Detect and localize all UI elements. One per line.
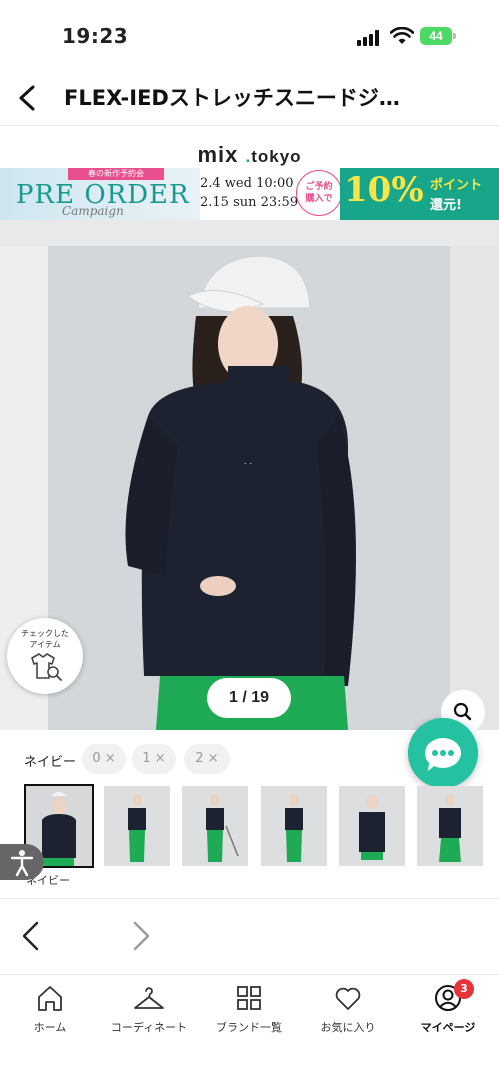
banner-tag: 春の新作予約会 <box>68 168 164 180</box>
tab-home-label: ホーム <box>33 1021 67 1034</box>
thumbnail-6[interactable] <box>417 786 483 866</box>
next-arrow-icon[interactable] <box>126 918 156 954</box>
size-chip-0[interactable]: 0 × <box>82 744 126 774</box>
accessibility-button[interactable] <box>0 844 44 880</box>
tab-home[interactable]: ホーム <box>0 983 100 1043</box>
tab-mypage[interactable]: 3 マイページ <box>398 979 498 1043</box>
notification-badge: 3 <box>454 979 474 999</box>
back-button[interactable] <box>8 78 48 118</box>
tab-coordinate-label: コーディネート <box>110 1021 188 1034</box>
tab-coordinate[interactable]: コーディネート <box>99 983 199 1043</box>
thumbnail-4[interactable] <box>261 786 327 866</box>
tab-favorites-label: お気に入り <box>320 1021 376 1034</box>
divider <box>0 898 499 899</box>
chat-button[interactable] <box>408 718 478 788</box>
next-image-peek <box>450 246 499 730</box>
tab-bar: ホーム コーディネート ブランド一覧 お気に入り 3 マイページ <box>0 974 499 1080</box>
thumbnail-3[interactable] <box>182 786 248 866</box>
svg-text:· ·: · · <box>244 458 253 468</box>
checked-items-button[interactable]: チェックした アイテム <box>7 618 83 694</box>
banner-point-label: ポイント <box>430 178 483 193</box>
status-bar: 19:23 44 <box>0 0 499 70</box>
product-image-gallery[interactable]: · · チェックした アイテム 1 / 19 <box>0 246 499 730</box>
banner-spacer <box>0 220 499 246</box>
model-illustration: · · <box>48 246 450 730</box>
grid-icon <box>237 986 261 1010</box>
tab-mypage-label: マイページ <box>420 1021 476 1034</box>
image-pager: 1 / 19 <box>207 678 291 718</box>
banner-bubble: ご予約 購入で <box>296 170 342 216</box>
header: FLEX-IEDストレッチスニードジ… <box>0 70 499 126</box>
checked-items-label: チェックした アイテム <box>21 629 69 649</box>
brand-name: mix <box>197 142 239 167</box>
battery-icon: 44 <box>420 27 456 45</box>
tab-brands-label: ブランド一覧 <box>216 1021 282 1034</box>
battery-level: 44 <box>420 27 452 45</box>
size-chip-1[interactable]: 1 × <box>132 744 176 774</box>
banner-script: Campaign <box>62 204 124 218</box>
home-icon <box>38 986 62 1011</box>
thumbnail-5[interactable] <box>339 786 405 866</box>
thumbnail-strip <box>0 784 499 868</box>
banner-date-start: 2.4 wed 10:00 – <box>200 176 305 191</box>
page-title: FLEX-IEDストレッチスニードジ… <box>64 86 400 110</box>
heart-icon <box>335 987 361 1010</box>
prev-arrow-icon[interactable] <box>16 918 46 954</box>
tab-favorites[interactable]: お気に入り <box>298 983 398 1043</box>
brand-tld: tokyo <box>251 147 302 166</box>
selected-color-label: ネイビー <box>24 755 77 770</box>
banner-date-end: 2.15 sun 23:59 <box>200 195 299 210</box>
product-photo: · · <box>48 246 450 730</box>
shirt-search-icon <box>31 653 62 681</box>
campaign-banner[interactable]: 春の新作予約会 PRE ORDER Campaign 2.4 wed 10:00… <box>0 168 499 220</box>
banner-cashback-label: 還元! <box>430 198 462 213</box>
thumbnail-2[interactable] <box>104 786 170 866</box>
signal-icon <box>357 30 383 46</box>
status-time: 19:23 <box>62 24 129 48</box>
hanger-icon <box>134 987 164 1009</box>
banner-percent: 10% <box>344 170 424 210</box>
wifi-icon <box>390 27 414 44</box>
brand-logo[interactable]: mix .tokyo <box>0 142 499 168</box>
banner-right-panel: 10% ポイント 還元! <box>340 168 499 220</box>
size-chip-2[interactable]: 2 × <box>184 744 230 774</box>
tab-brands[interactable]: ブランド一覧 <box>199 983 299 1043</box>
